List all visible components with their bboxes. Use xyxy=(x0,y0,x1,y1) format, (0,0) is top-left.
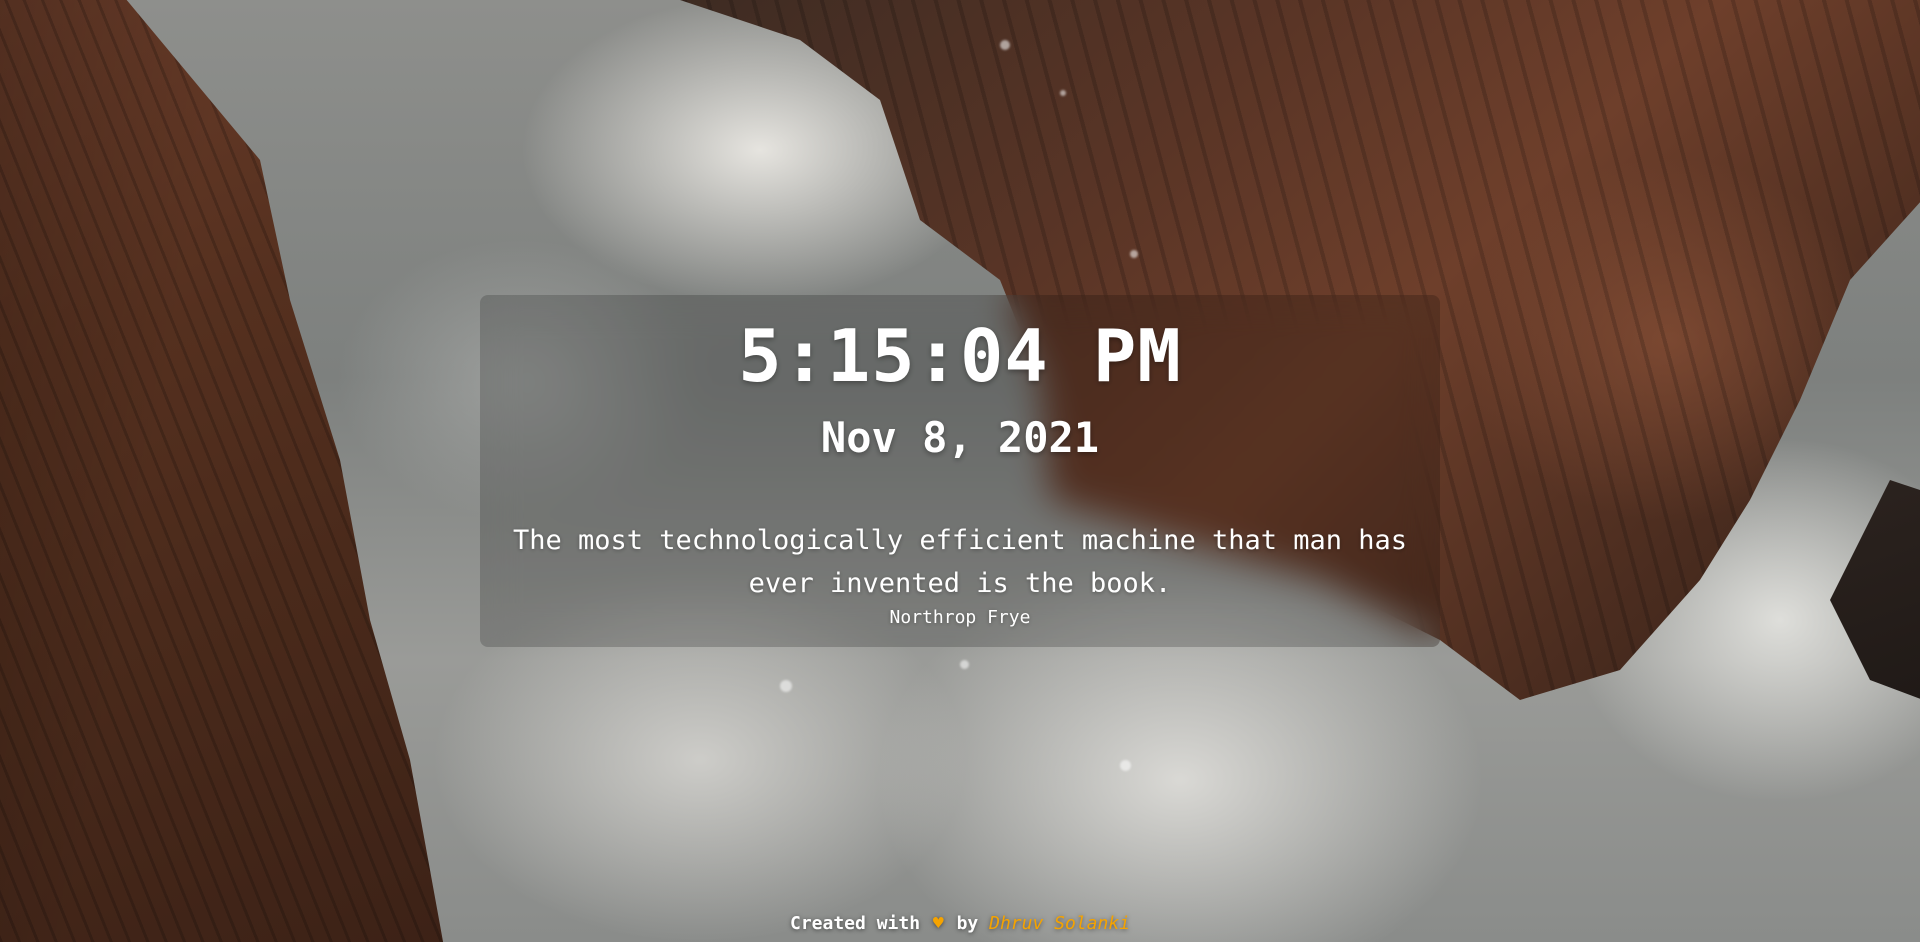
water-spray xyxy=(1130,250,1138,258)
footer-prefix: Created with xyxy=(790,913,921,934)
far-right-rock xyxy=(1830,480,1920,710)
water-spray xyxy=(1000,40,1010,50)
heart-icon: ♥ xyxy=(932,913,944,934)
clock-date: Nov 8, 2021 xyxy=(820,413,1100,462)
clock-card: 5:15:04 PM Nov 8, 2021 The most technolo… xyxy=(480,295,1440,647)
water-spray xyxy=(1120,760,1131,771)
clock-time: 5:15:04 PM xyxy=(738,314,1182,398)
quote-author: Northrop Frye xyxy=(889,607,1031,628)
footer-credit: Created with ♥ by Dhruv Solanki xyxy=(0,913,1920,934)
water-spray xyxy=(960,660,969,669)
author-link[interactable]: Dhruv Solanki xyxy=(989,913,1130,934)
quote-text: The most technologically efficient machi… xyxy=(512,525,1408,599)
footer-by: by xyxy=(956,913,979,934)
water-spray xyxy=(1060,90,1066,96)
left-rock xyxy=(0,0,450,942)
water-spray xyxy=(780,680,792,692)
